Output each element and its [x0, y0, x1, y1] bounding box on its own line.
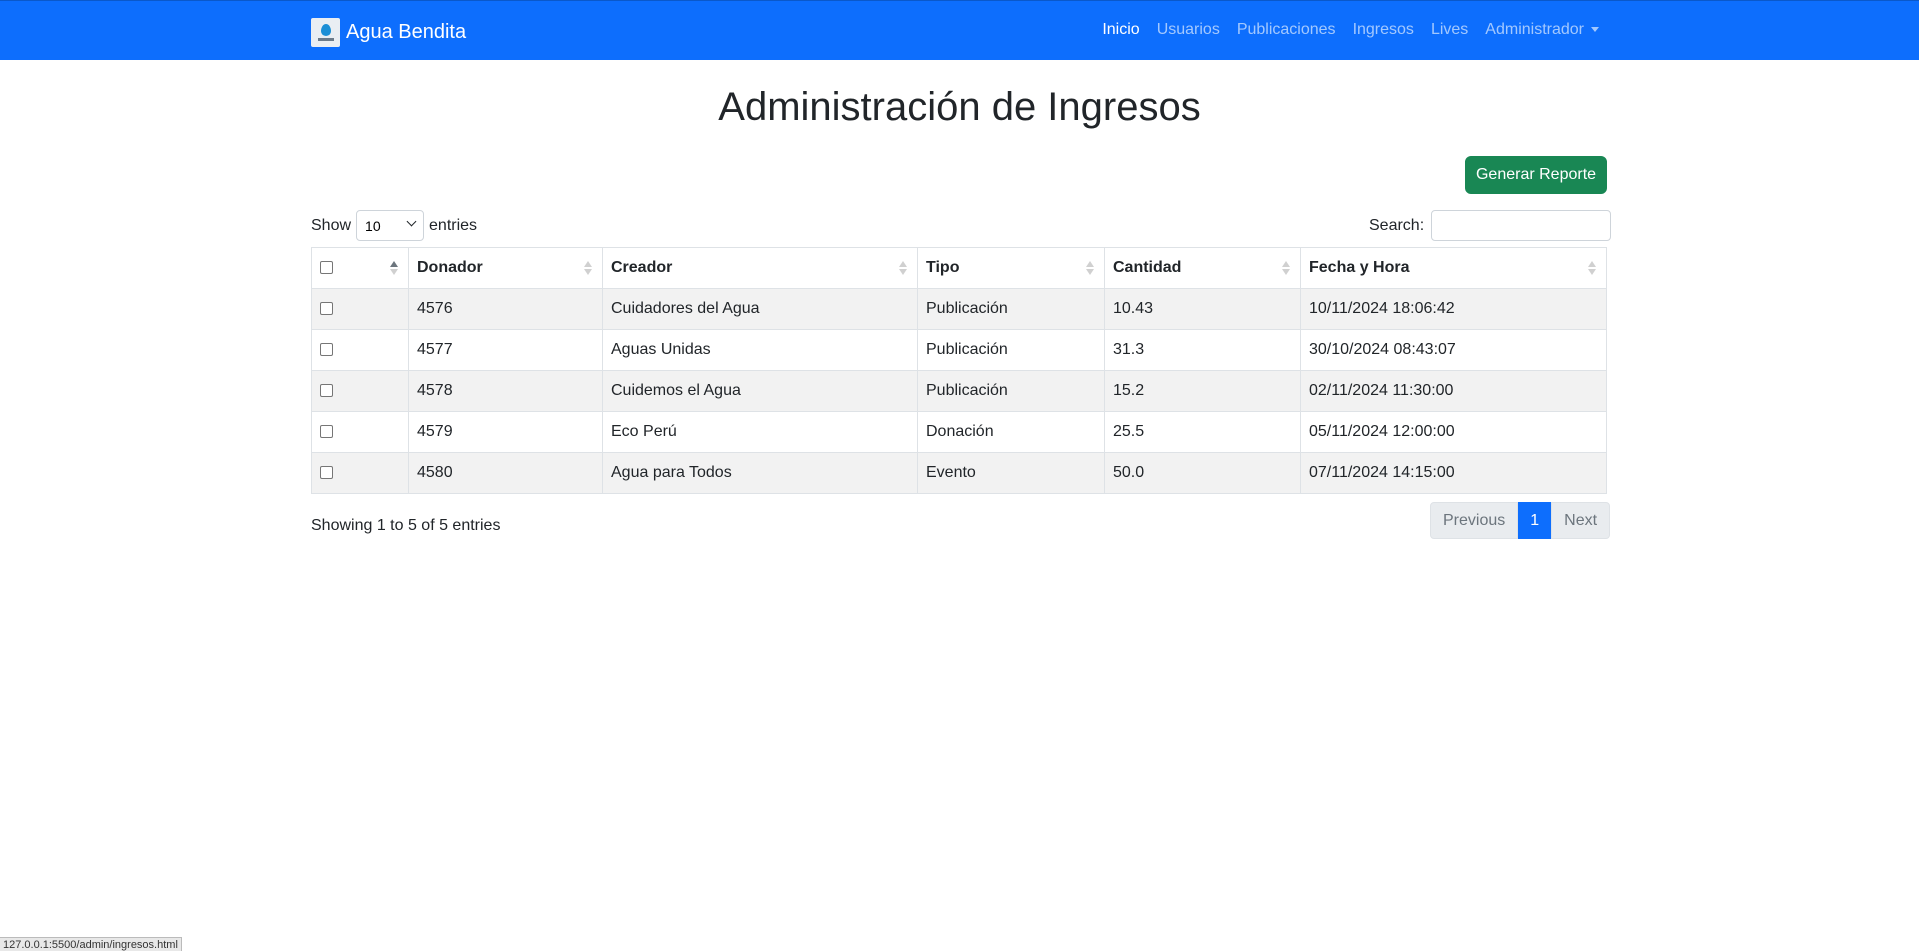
- caret-down-icon: [1591, 27, 1599, 33]
- table-row: 4580 Agua para Todos Evento 50.0 07/11/2…: [311, 452, 1607, 494]
- row-checkbox[interactable]: [320, 384, 333, 398]
- table-header-row: Donador Creador Tipo Cantidad Fecha y Ho…: [311, 247, 1607, 289]
- cell-donador: 4580: [408, 452, 603, 494]
- header-select-all[interactable]: [311, 247, 409, 289]
- sort-icon[interactable]: [1588, 261, 1596, 275]
- row-checkbox[interactable]: [320, 425, 333, 439]
- cell-cantidad: 25.5: [1104, 411, 1301, 453]
- cell-fecha: 07/11/2024 14:15:00: [1300, 452, 1607, 494]
- cell-tipo: Publicación: [917, 370, 1105, 412]
- cell-fecha: 02/11/2024 11:30:00: [1300, 370, 1607, 412]
- cell-fecha: 10/11/2024 18:06:42: [1300, 288, 1607, 330]
- brand-logo-icon: [311, 18, 340, 47]
- table-row: 4576 Cuidadores del Agua Publicación 10.…: [311, 288, 1607, 330]
- status-bar-url: 127.0.0.1:5500/admin/ingresos.html: [0, 937, 182, 951]
- cell-tipo: Publicación: [917, 288, 1105, 330]
- cell-creador: Agua para Todos: [602, 452, 918, 494]
- brand-name: Agua Bendita: [346, 21, 467, 43]
- cell-tipo: Publicación: [917, 329, 1105, 371]
- nav-publicaciones[interactable]: Publicaciones: [1237, 21, 1336, 39]
- cell-cantidad: 50.0: [1104, 452, 1301, 494]
- cell-donador: 4578: [408, 370, 603, 412]
- header-cantidad[interactable]: Cantidad: [1104, 247, 1301, 289]
- header-creador-label: Creador: [611, 259, 673, 276]
- show-label: Show: [311, 216, 352, 234]
- search-input[interactable]: [1431, 210, 1612, 241]
- table-row: 4577 Aguas Unidas Publicación 31.3 30/10…: [311, 329, 1607, 371]
- page-length-control: Show 10 entries: [311, 210, 477, 241]
- cell-cantidad: 31.3: [1104, 329, 1301, 371]
- entries-label: entries: [429, 216, 478, 234]
- sort-icon[interactable]: [1282, 261, 1290, 275]
- cell-donador: 4576: [408, 288, 603, 330]
- page-1-button[interactable]: 1: [1518, 502, 1552, 539]
- sort-icon[interactable]: [584, 261, 592, 275]
- page-length-select[interactable]: 10: [356, 210, 425, 241]
- previous-button[interactable]: Previous: [1430, 502, 1519, 539]
- header-fecha-hora[interactable]: Fecha y Hora: [1300, 247, 1607, 289]
- cell-fecha: 30/10/2024 08:43:07: [1300, 329, 1607, 371]
- cell-donador: 4579: [408, 411, 603, 453]
- cell-tipo: Donación: [917, 411, 1105, 453]
- cell-creador: Cuidadores del Agua: [602, 288, 918, 330]
- header-cantidad-label: Cantidad: [1113, 259, 1182, 276]
- row-select-cell: [311, 370, 409, 412]
- header-creador[interactable]: Creador: [602, 247, 918, 289]
- cell-creador: Eco Perú: [602, 411, 918, 453]
- row-select-cell: [311, 411, 409, 453]
- row-select-cell: [311, 452, 409, 494]
- row-select-cell: [311, 329, 409, 371]
- brand-link[interactable]: Agua Bendita: [311, 18, 466, 47]
- ingresos-table: Donador Creador Tipo Cantidad Fecha y Ho…: [311, 247, 1607, 494]
- row-checkbox[interactable]: [320, 343, 333, 357]
- generate-report-button[interactable]: Generar Reporte: [1465, 156, 1607, 194]
- nav-lives[interactable]: Lives: [1431, 21, 1468, 39]
- cell-creador: Aguas Unidas: [602, 329, 918, 371]
- table-row: 4579 Eco Perú Donación 25.5 05/11/2024 1…: [311, 411, 1607, 453]
- sort-asc-icon[interactable]: [390, 261, 398, 275]
- select-all-checkbox[interactable]: [320, 261, 333, 275]
- header-donador[interactable]: Donador: [408, 247, 603, 289]
- cell-donador: 4577: [408, 329, 603, 371]
- nav-administrador-dropdown[interactable]: Administrador: [1485, 21, 1599, 39]
- table-info: Showing 1 to 5 of 5 entries: [311, 517, 501, 534]
- cell-fecha: 05/11/2024 12:00:00: [1300, 411, 1607, 453]
- nav-usuarios[interactable]: Usuarios: [1157, 21, 1220, 39]
- search-label: Search:: [1369, 216, 1425, 234]
- cell-creador: Cuidemos el Agua: [602, 370, 918, 412]
- header-tipo-label: Tipo: [926, 259, 960, 276]
- cell-tipo: Evento: [917, 452, 1105, 494]
- next-button[interactable]: Next: [1551, 502, 1611, 539]
- nav-inicio[interactable]: Inicio: [1102, 21, 1139, 39]
- cell-cantidad: 15.2: [1104, 370, 1301, 412]
- navbar: Agua Bendita Inicio Usuarios Publicacion…: [0, 0, 1919, 60]
- nav-menu: Inicio Usuarios Publicaciones Ingresos L…: [1085, 21, 1599, 39]
- header-fecha-label: Fecha y Hora: [1309, 259, 1410, 276]
- nav-ingresos[interactable]: Ingresos: [1353, 21, 1414, 39]
- header-tipo[interactable]: Tipo: [917, 247, 1105, 289]
- sort-icon[interactable]: [1086, 261, 1094, 275]
- row-checkbox[interactable]: [320, 302, 333, 316]
- sort-icon[interactable]: [899, 261, 907, 275]
- page-title: Administración de Ingresos: [718, 85, 1201, 129]
- header-donador-label: Donador: [417, 259, 483, 276]
- nav-administrador-label: Administrador: [1485, 21, 1584, 38]
- row-select-cell: [311, 288, 409, 330]
- search-control: Search:: [1369, 210, 1612, 241]
- pagination: Previous 1 Next: [1430, 502, 1611, 539]
- table-row: 4578 Cuidemos el Agua Publicación 15.2 0…: [311, 370, 1607, 412]
- cell-cantidad: 10.43: [1104, 288, 1301, 330]
- row-checkbox[interactable]: [320, 466, 333, 480]
